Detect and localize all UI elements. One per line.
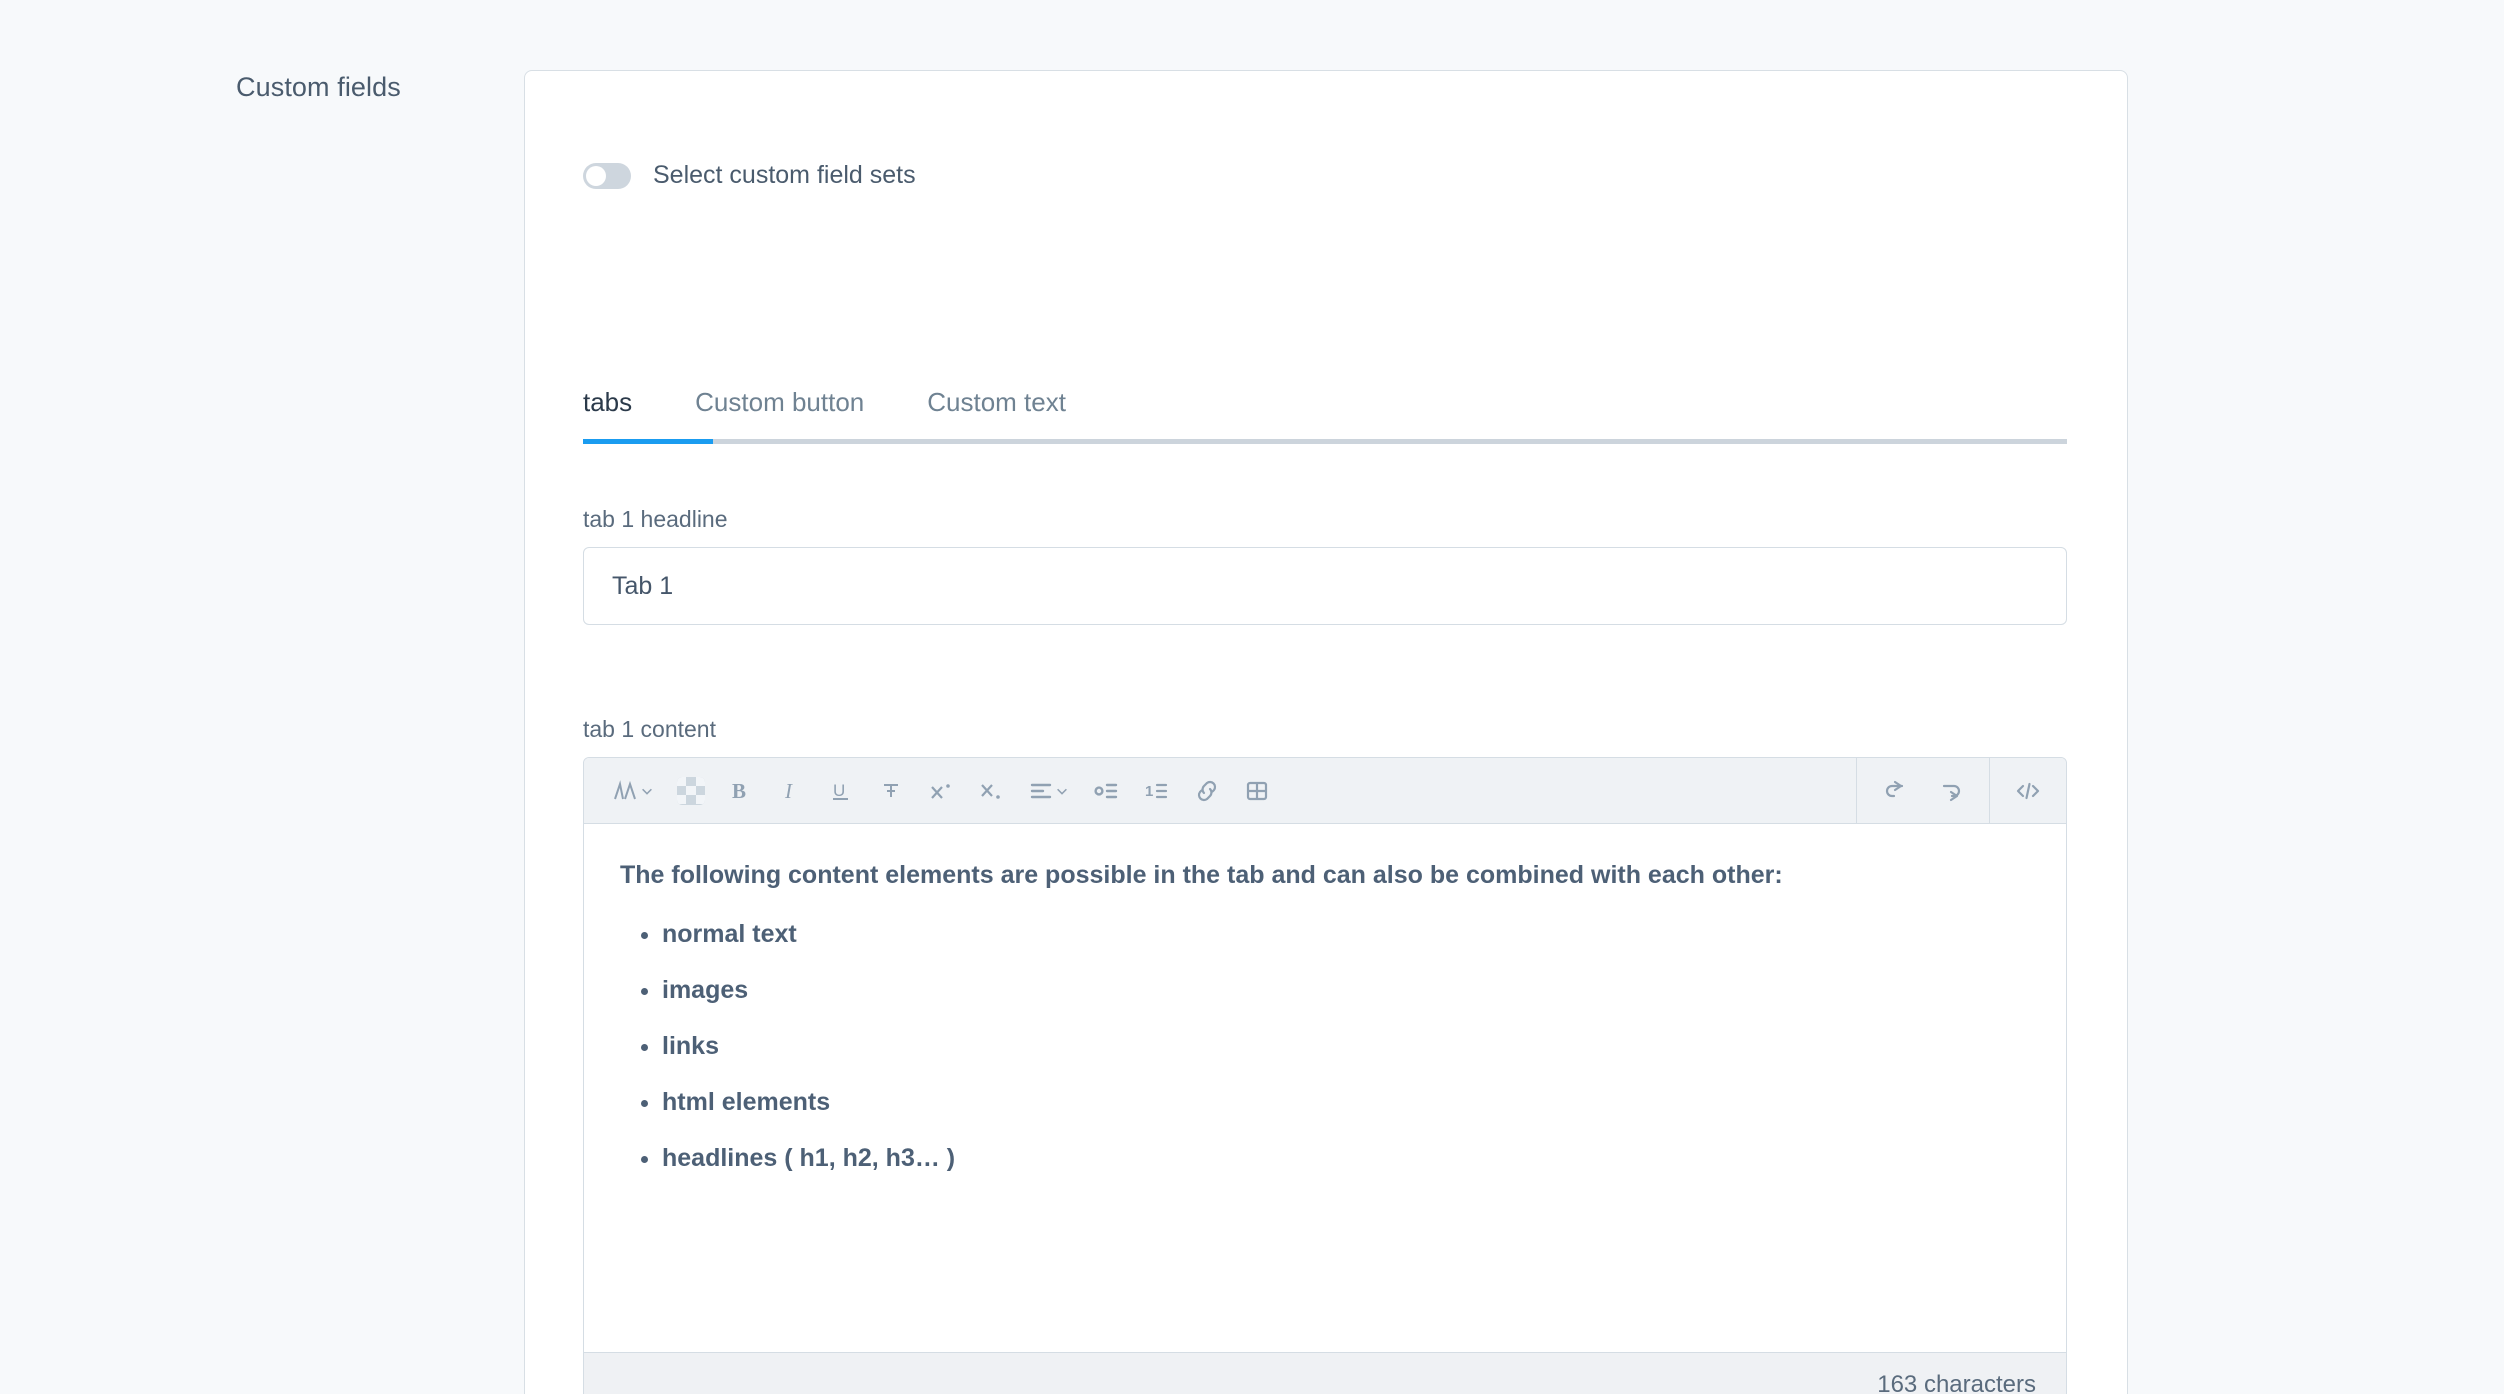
tab-list: tabs Custom button Custom text — [583, 353, 2067, 415]
bold-icon[interactable]: B — [718, 758, 764, 824]
redo-icon[interactable] — [1923, 758, 1979, 824]
tab-underline — [583, 439, 2067, 444]
source-code-icon[interactable] — [2000, 758, 2056, 824]
svg-text:1: 1 — [1145, 783, 1153, 800]
tab-active-indicator — [583, 439, 713, 444]
custom-fields-card: Select custom field sets tabs Custom but… — [524, 70, 2128, 1394]
undo-icon[interactable] — [1867, 758, 1923, 824]
editor-toolbar: B I U — [584, 758, 2066, 824]
editor-bullet-list: normal text images links html elements h… — [620, 919, 2030, 1173]
editor-footer: 163 characters — [584, 1352, 2066, 1394]
svg-text:B: B — [732, 779, 746, 803]
svg-text:I: I — [784, 779, 793, 803]
chevron-down-icon — [1055, 784, 1069, 798]
editor-content-area[interactable]: The following content elements are possi… — [584, 824, 2066, 1352]
headline-field-label: tab 1 headline — [583, 506, 728, 533]
editor-heading: The following content elements are possi… — [620, 858, 2030, 893]
character-count: 163 characters — [1877, 1371, 2036, 1394]
source-group — [1989, 758, 2066, 823]
toolbar-right-group — [1856, 758, 2066, 823]
chevron-down-icon — [640, 784, 654, 798]
tab-tabs[interactable]: tabs — [583, 389, 660, 415]
tab-strip: tabs Custom button Custom text — [583, 353, 2067, 444]
page-root: Custom fields Select custom field sets t… — [0, 0, 2504, 1394]
list-item: normal text — [662, 919, 2030, 949]
align-left-icon[interactable] — [1018, 758, 1080, 824]
tab-custom-button[interactable]: Custom button — [695, 389, 892, 415]
list-item: links — [662, 1031, 2030, 1061]
underline-icon[interactable]: U — [818, 758, 864, 824]
color-swatch-icon[interactable] — [668, 758, 714, 824]
font-style-icon[interactable] — [602, 758, 664, 824]
toggle-knob — [586, 166, 606, 186]
list-item: images — [662, 975, 2030, 1005]
bullet-list-icon[interactable] — [1084, 758, 1130, 824]
italic-icon[interactable]: I — [768, 758, 814, 824]
content-field-label: tab 1 content — [583, 716, 716, 743]
link-icon[interactable] — [1184, 758, 1230, 824]
toolbar-left-group: B I U — [584, 758, 1280, 823]
list-item: html elements — [662, 1087, 2030, 1117]
select-custom-field-sets-row: Select custom field sets — [583, 161, 916, 190]
strikethrough-icon[interactable] — [868, 758, 914, 824]
tab-custom-text[interactable]: Custom text — [927, 389, 1094, 415]
rich-text-editor: B I U — [583, 757, 2067, 1394]
subscript-icon[interactable] — [968, 758, 1014, 824]
superscript-icon[interactable] — [918, 758, 964, 824]
select-custom-field-sets-toggle[interactable] — [583, 163, 631, 189]
list-item: headlines ( h1, h2, h3… ) — [662, 1143, 2030, 1173]
history-group — [1856, 758, 1989, 823]
section-label: Custom fields — [236, 72, 401, 103]
headline-input[interactable]: Tab 1 — [583, 547, 2067, 625]
toggle-label: Select custom field sets — [653, 161, 916, 190]
svg-text:U: U — [833, 781, 845, 800]
table-icon[interactable] — [1234, 758, 1280, 824]
numbered-list-icon[interactable]: 1 — [1134, 758, 1180, 824]
